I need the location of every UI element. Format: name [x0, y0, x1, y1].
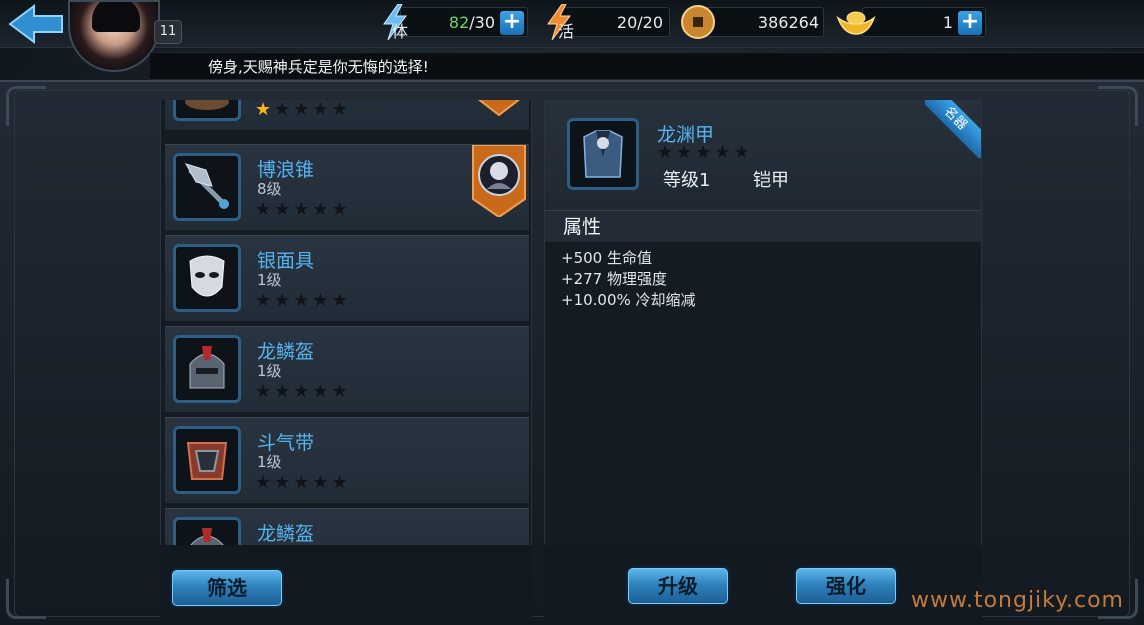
attributes-header: 属性 — [545, 210, 981, 242]
equipped-badge-icon — [472, 145, 526, 217]
attribute-item: +277 物理强度 — [561, 270, 667, 288]
silver-mask-icon — [173, 244, 241, 312]
player-level-badge: 11 — [154, 20, 182, 44]
mace-icon — [173, 153, 241, 221]
star-rating: ★★★★★ — [255, 199, 351, 220]
belt-icon — [173, 426, 241, 494]
list-item[interactable]: 银面具 1级 ★★★★★ — [165, 235, 529, 321]
vitality-value: 20/20 — [616, 13, 663, 32]
frame-corner-ornament — [6, 86, 46, 126]
attribute-item: +10.00% 冷却缩减 — [561, 291, 696, 309]
helmet-icon — [173, 517, 241, 545]
list-item[interactable]: 龙鳞盔 — [165, 508, 529, 545]
frame-corner-ornament — [1098, 86, 1138, 126]
equipment-name: 龙鳞盔 — [257, 523, 315, 545]
vitality-label: 活 — [558, 22, 575, 41]
filter-button[interactable]: 筛选 — [172, 570, 282, 606]
gold-counter: 1 + — [862, 7, 986, 37]
star-rating: ★★★★★ — [255, 381, 351, 402]
attribute-list: +500 生命值 +277 物理强度 +10.00% 冷却缩减 — [561, 248, 696, 311]
announcement-ticker: 傍身,天赐神兵定是你无悔的选择! — [150, 52, 1144, 80]
helmet-icon — [173, 335, 241, 403]
equipment-level: 8级 — [257, 180, 282, 198]
coin-counter: 386264 — [700, 7, 824, 37]
equipped-badge-icon — [477, 100, 521, 117]
gold-amount: 1 — [942, 13, 953, 32]
star-rating: ★★★★★ — [255, 472, 351, 493]
ticker-text: 傍身,天赐神兵定是你无悔的选择! — [208, 58, 429, 76]
equipment-level: 1级 — [257, 453, 282, 471]
player-avatar[interactable] — [68, 0, 160, 72]
detail-header: 龙渊甲 ★★★★★ 等级1 铠甲 名器 — [545, 100, 981, 210]
coin-amount: 386264 — [757, 13, 819, 32]
gold-ingot-icon — [836, 11, 876, 35]
equipment-level: 1级 — [257, 362, 282, 380]
quality-ribbon-label: 名器 — [925, 100, 981, 158]
stamina-counter: 82/30 + — [400, 7, 528, 37]
stamina-current: 82 — [448, 13, 470, 32]
quality-ribbon: 名器 — [925, 100, 981, 158]
equipment-level: 1级 — [257, 271, 282, 289]
detail-item-type: 铠甲 — [753, 170, 789, 191]
equipment-list-panel[interactable]: ★★★★★ 博浪锥 8级 ★★★★★ 银面具 1级 ★★★★★ 龙鳞盔 1级 ★… — [160, 100, 532, 545]
stamina-max: /30 — [469, 13, 495, 32]
attributes-title: 属性 — [563, 216, 602, 238]
equipment-icon — [173, 100, 241, 121]
upgrade-button[interactable]: 升级 — [628, 568, 728, 604]
enhance-button[interactable]: 强化 — [796, 568, 896, 604]
back-button[interactable] — [4, 2, 66, 46]
list-item[interactable]: 龙鳞盔 1级 ★★★★★ — [165, 326, 529, 412]
list-item[interactable]: ★★★★★ — [165, 100, 529, 130]
star-rating: ★★★★★ — [255, 290, 351, 311]
list-item[interactable]: 斗气带 1级 ★★★★★ — [165, 417, 529, 503]
star-rating: ★★★★★ — [255, 100, 351, 120]
stamina-label: 体 — [392, 22, 409, 41]
detail-item-level: 等级1 — [663, 170, 711, 191]
attribute-item: +500 生命值 — [561, 249, 652, 267]
detail-footer — [544, 545, 982, 625]
detail-star-rating: ★★★★★ — [657, 142, 753, 163]
equipment-detail-panel: 龙渊甲 ★★★★★ 等级1 铠甲 名器 属性 +500 生命值 +277 物理强… — [544, 100, 982, 545]
add-stamina-button[interactable]: + — [500, 11, 524, 35]
add-gold-button[interactable]: + — [958, 11, 982, 35]
list-item[interactable]: 博浪锥 8级 ★★★★★ — [165, 144, 529, 230]
armor-icon — [567, 118, 639, 190]
watermark: www.tongjiky.com — [911, 588, 1124, 613]
back-arrow-icon — [8, 4, 63, 44]
frame-corner-ornament — [6, 579, 46, 619]
copper-coin-icon — [681, 5, 715, 39]
